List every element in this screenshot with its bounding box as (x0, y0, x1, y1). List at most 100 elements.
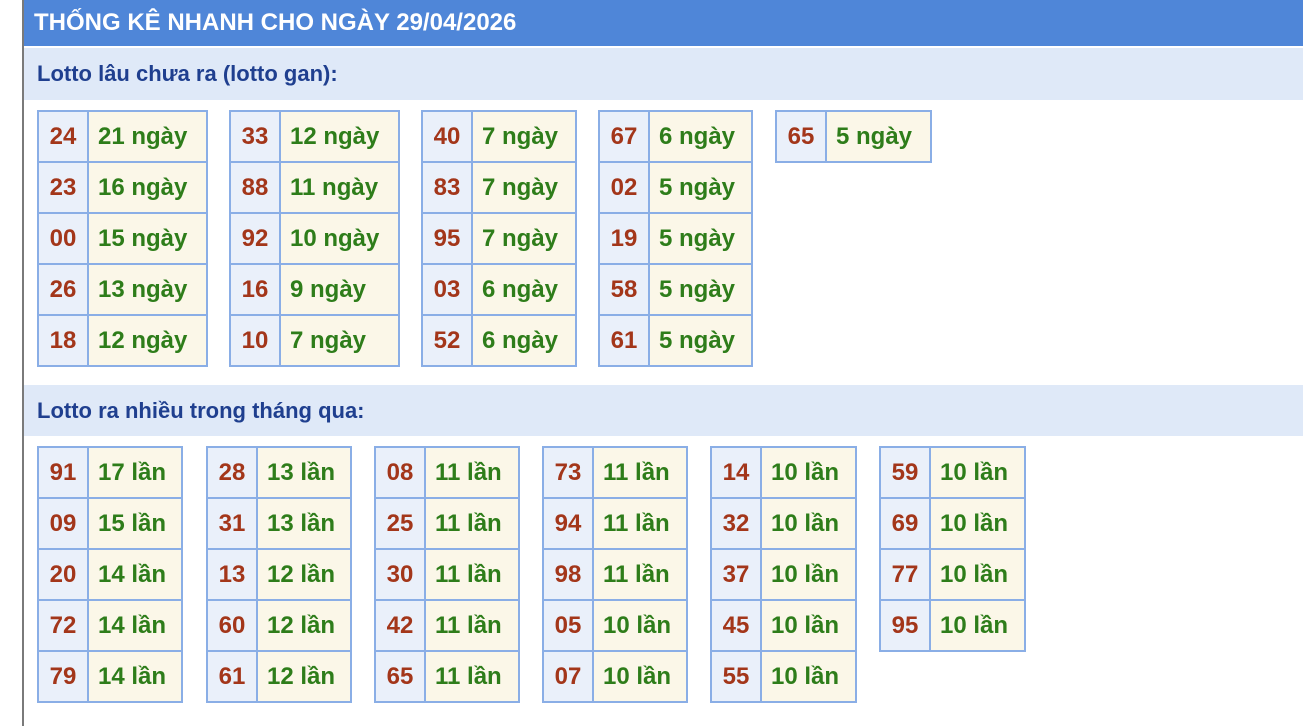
days-absent: 6 ngày (471, 314, 577, 367)
table-row: 33 12 ngày (229, 110, 400, 163)
lotto-number: 61 (206, 650, 258, 703)
lotto-number: 91 (37, 446, 89, 499)
table-row: 95 7 ngày (421, 212, 577, 265)
table-row: 31 13 lần (206, 497, 352, 550)
lotto-number: 52 (421, 314, 473, 367)
days-absent: 12 ngày (87, 314, 208, 367)
lotto-number: 26 (37, 263, 89, 316)
occurrence-count: 11 lần (424, 497, 520, 550)
days-absent: 5 ngày (825, 110, 932, 163)
table-row: 19 5 ngày (598, 212, 753, 265)
days-absent: 21 ngày (87, 110, 208, 163)
occurrence-count: 10 lần (760, 497, 857, 550)
table-row: 45 10 lần (710, 599, 857, 652)
table-row: 88 11 ngày (229, 161, 400, 214)
days-absent: 5 ngày (648, 161, 753, 214)
gan-group: 67 6 ngày 02 5 ngày 19 5 ngày 58 5 ngày 61 5 ngày (598, 110, 753, 367)
occurrence-count: 14 lần (87, 599, 183, 652)
lotto-number: 94 (542, 497, 594, 550)
occurrence-count: 11 lần (424, 548, 520, 601)
lotto-number: 79 (37, 650, 89, 703)
lotto-gan-groups: 24 21 ngày 23 16 ngày 00 15 ngày 26 13 ngày 18 12… (24, 100, 1303, 385)
table-row: 40 7 ngày (421, 110, 577, 163)
lotto-number: 33 (229, 110, 281, 163)
lotto-number: 00 (37, 212, 89, 265)
occurrence-count: 10 lần (929, 497, 1026, 550)
days-absent: 6 ngày (648, 110, 753, 163)
panel-title: THỐNG KÊ NHANH CHO NGÀY 29/04/2026 (24, 0, 1303, 48)
lotto-number: 65 (775, 110, 827, 163)
stats-panel: THỐNG KÊ NHANH CHO NGÀY 29/04/2026 Lotto… (22, 0, 1303, 726)
table-row: 61 12 lần (206, 650, 352, 703)
lotto-number: 73 (542, 446, 594, 499)
days-absent: 11 ngày (279, 161, 400, 214)
table-row: 02 5 ngày (598, 161, 753, 214)
gan-group: 65 5 ngày (775, 110, 932, 163)
table-row: 20 14 lần (37, 548, 183, 601)
lotto-number: 09 (37, 497, 89, 550)
frequent-group: 14 10 lần 32 10 lần 37 10 lần 45 10 lần 55 10 lần (710, 446, 857, 703)
occurrence-count: 10 lần (760, 650, 857, 703)
table-row: 98 11 lần (542, 548, 688, 601)
table-row: 24 21 ngày (37, 110, 208, 163)
table-row: 65 5 ngày (775, 110, 932, 163)
occurrence-count: 10 lần (760, 548, 857, 601)
lotto-number: 61 (598, 314, 650, 367)
occurrence-count: 11 lần (592, 446, 688, 499)
days-absent: 7 ngày (279, 314, 400, 367)
table-row: 55 10 lần (710, 650, 857, 703)
days-absent: 7 ngày (471, 110, 577, 163)
lotto-number: 55 (710, 650, 762, 703)
lotto-number: 98 (542, 548, 594, 601)
days-absent: 12 ngày (279, 110, 400, 163)
table-row: 32 10 lần (710, 497, 857, 550)
lotto-number: 95 (879, 599, 931, 652)
table-row: 23 16 ngày (37, 161, 208, 214)
lotto-number: 20 (37, 548, 89, 601)
table-row: 92 10 ngày (229, 212, 400, 265)
table-row: 73 11 lần (542, 446, 688, 499)
table-row: 94 11 lần (542, 497, 688, 550)
lotto-number: 83 (421, 161, 473, 214)
table-row: 25 11 lần (374, 497, 520, 550)
lotto-number: 08 (374, 446, 426, 499)
table-row: 28 13 lần (206, 446, 352, 499)
occurrence-count: 10 lần (929, 446, 1026, 499)
days-absent: 6 ngày (471, 263, 577, 316)
table-row: 05 10 lần (542, 599, 688, 652)
table-row: 08 11 lần (374, 446, 520, 499)
table-row: 58 5 ngày (598, 263, 753, 316)
lotto-number: 58 (598, 263, 650, 316)
occurrence-count: 10 lần (929, 599, 1026, 652)
table-row: 91 17 lần (37, 446, 183, 499)
occurrence-count: 13 lần (256, 446, 352, 499)
days-absent: 7 ngày (471, 161, 577, 214)
table-row: 37 10 lần (710, 548, 857, 601)
table-row: 18 12 ngày (37, 314, 208, 367)
occurrence-count: 12 lần (256, 548, 352, 601)
table-row: 09 15 lần (37, 497, 183, 550)
table-row: 30 11 lần (374, 548, 520, 601)
gan-group: 24 21 ngày 23 16 ngày 00 15 ngày 26 13 ngày 18 12… (37, 110, 208, 367)
occurrence-count: 12 lần (256, 599, 352, 652)
occurrence-count: 15 lần (87, 497, 183, 550)
days-absent: 7 ngày (471, 212, 577, 265)
lotto-number: 19 (598, 212, 650, 265)
occurrence-count: 10 lần (760, 446, 857, 499)
table-row: 79 14 lần (37, 650, 183, 703)
occurrence-count: 12 lần (256, 650, 352, 703)
lotto-number: 67 (598, 110, 650, 163)
frequent-group: 91 17 lần 09 15 lần 20 14 lần 72 14 lần 79 14 lần (37, 446, 183, 703)
lotto-number: 92 (229, 212, 281, 265)
days-absent: 13 ngày (87, 263, 208, 316)
lotto-number: 05 (542, 599, 594, 652)
lotto-gan-heading: Lotto lâu chưa ra (lotto gan): (24, 48, 1303, 100)
lotto-number: 95 (421, 212, 473, 265)
lotto-number: 03 (421, 263, 473, 316)
frequent-group: 08 11 lần 25 11 lần 30 11 lần 42 11 lần 65 11 lần (374, 446, 520, 703)
lotto-number: 02 (598, 161, 650, 214)
frequent-group: 73 11 lần 94 11 lần 98 11 lần 05 10 lần 07 10 lần (542, 446, 688, 703)
table-row: 07 10 lần (542, 650, 688, 703)
lotto-number: 37 (710, 548, 762, 601)
lotto-number: 59 (879, 446, 931, 499)
